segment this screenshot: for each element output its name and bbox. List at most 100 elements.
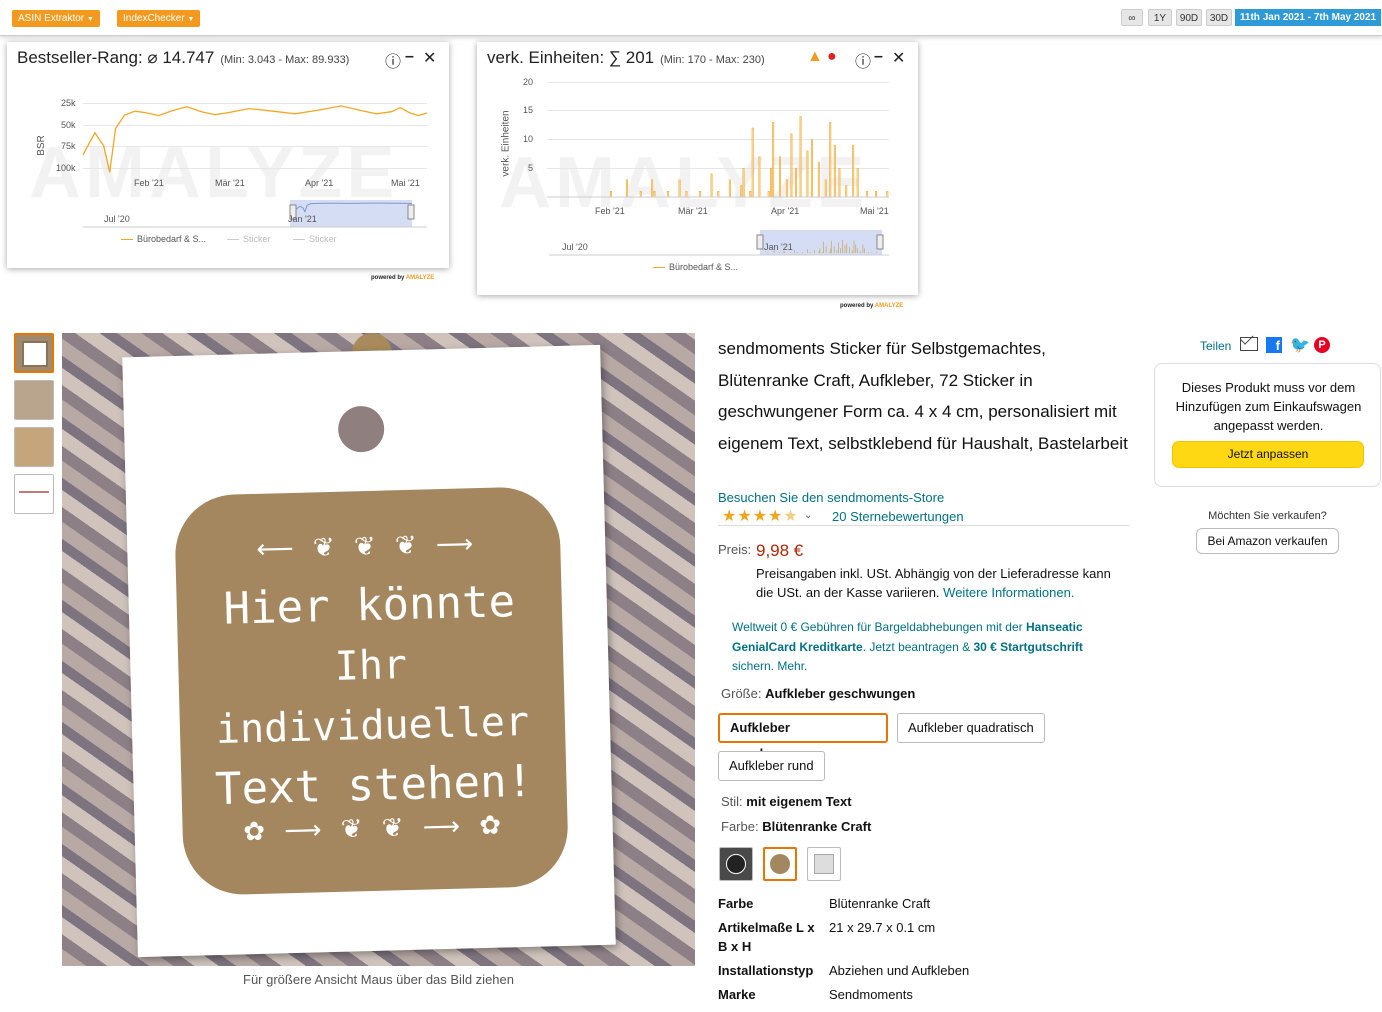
thumbnail[interactable] — [14, 380, 54, 420]
product-title: sendmoments Sticker für Selbstgemachtes,… — [718, 339, 1128, 453]
customize-message: Dieses Produkt muss vor dem Hinzufügen z… — [1175, 380, 1362, 433]
navigator-bar — [844, 245, 846, 253]
color-swatch[interactable] — [763, 847, 797, 881]
chevron-down-icon[interactable]: ⌄ — [804, 510, 812, 521]
unit-bar — [742, 168, 745, 198]
thumbnail[interactable] — [14, 474, 54, 514]
facebook-icon[interactable]: f — [1266, 337, 1282, 353]
rating-count-link[interactable]: 20 Sternebewertungen — [832, 509, 964, 524]
range-1y-button[interactable]: 1Y — [1148, 9, 1172, 26]
x-tick: Mär '21 — [678, 206, 708, 216]
spec-value: Abziehen und Aufkleben — [829, 963, 970, 978]
legend-item[interactable]: Sticker — [227, 234, 271, 244]
legend-item[interactable]: Bürobedarf & S... — [121, 234, 206, 244]
spec-value: Sendmoments — [829, 987, 913, 1002]
unit-bar — [699, 191, 702, 198]
units-chart-panel: verk. Einheiten: ∑ 201 (Min: 170 - Max: 2… — [477, 42, 918, 295]
share-label: Teilen — [1200, 339, 1232, 353]
unit-bar — [749, 191, 752, 198]
navigator-bar — [840, 248, 841, 254]
navigator-bar — [794, 250, 795, 254]
promo-text: Weltweit 0 € Gebühren für Bargeldabhebun… — [732, 620, 1083, 673]
range-30d-button[interactable]: 30D — [1206, 9, 1232, 26]
index-checker-dropdown[interactable]: IndexChecker ▼ — [117, 10, 201, 27]
email-icon[interactable] — [1240, 331, 1258, 351]
range-90d-button[interactable]: 90D — [1176, 9, 1202, 26]
star-rating[interactable]: ★★★★★ — [722, 506, 799, 526]
nav-tick: Jan '21 — [288, 214, 317, 224]
navigator-right-handle[interactable] — [876, 234, 884, 250]
bsr-line — [82, 105, 428, 173]
thumbnail[interactable] — [14, 427, 54, 467]
navigator-bar — [838, 242, 839, 254]
x-tick: Feb '21 — [134, 178, 164, 188]
thumbnail[interactable] — [14, 333, 54, 373]
navigator-bar — [802, 252, 804, 254]
navigator-left-handle[interactable] — [756, 234, 764, 250]
unit-bar — [811, 139, 813, 198]
navigator-bar — [819, 248, 821, 254]
unit-bar — [728, 179, 731, 198]
sell-on-amazon-button[interactable]: Bei Amazon verkaufen — [1196, 528, 1339, 554]
color-selection: Farbe: Blütenranke Craft — [721, 819, 872, 834]
sell-question: Möchten Sie verkaufen? — [1208, 510, 1327, 522]
bsr-chart-panel: Bestseller-Rang: ⌀ 14.747 (Min: 3.043 - M… — [7, 42, 449, 268]
caret-down-icon: ▼ — [86, 16, 94, 23]
unit-bar — [758, 156, 761, 198]
unit-bar — [856, 168, 859, 198]
divider — [718, 525, 1129, 526]
more-info-link[interactable]: Weitere Informationen. — [943, 585, 1074, 600]
spec-value: 21 x 29.7 x 0.1 cm — [829, 920, 936, 935]
unit-bar — [829, 122, 832, 198]
navigator-bar — [849, 247, 850, 253]
size-option-quadratisch[interactable]: Aufkleber quadratisch — [897, 713, 1045, 743]
unit-bar — [626, 179, 628, 198]
legend-item[interactable]: Sticker — [293, 234, 337, 244]
asin-extractor-dropdown[interactable]: ASIN Extraktor ▼ — [12, 10, 100, 27]
unit-bar — [852, 145, 855, 198]
spec-label: Installationstyp — [718, 963, 814, 978]
size-option-rund[interactable]: Aufkleber rund — [718, 751, 825, 781]
navigator-right-handle[interactable] — [407, 204, 415, 220]
zoom-hint: Für größere Ansicht Maus über das Bild z… — [243, 972, 514, 987]
navigator-bar — [818, 251, 820, 253]
navigator-bar — [876, 252, 877, 254]
store-link[interactable]: Besuchen Sie den sendmoments-Store — [718, 490, 944, 505]
twitter-icon[interactable]: 🐦 — [1290, 335, 1310, 355]
date-range-button[interactable]: 11th Jan 2021 - 7th May 2021 — [1235, 9, 1381, 26]
unit-bar — [639, 191, 642, 198]
caret-down-icon: ▼ — [187, 16, 195, 23]
customize-button[interactable]: Jetzt anpassen — [1172, 441, 1364, 468]
unit-bar — [667, 191, 670, 198]
x-tick: Mär '21 — [215, 178, 245, 188]
units-chart-svg — [547, 116, 889, 256]
unit-bar — [886, 191, 889, 198]
range-all-button[interactable]: ∞ — [1121, 9, 1143, 26]
unit-bar — [817, 162, 820, 198]
unit-bar — [769, 168, 772, 198]
x-tick: Mai '21 — [391, 178, 420, 188]
powered-by: powered by AMALYZE — [371, 275, 435, 281]
color-swatch[interactable] — [807, 847, 841, 881]
style-selection: Stil: mit eigenem Text — [721, 794, 852, 809]
unit-bar — [767, 191, 770, 198]
legend-item[interactable]: Bürobedarf & S... — [653, 262, 738, 272]
navigator-bar — [855, 244, 857, 253]
powered-by: powered by AMALYZE — [840, 303, 904, 309]
color-swatch[interactable] — [719, 847, 753, 881]
navigator-bar — [831, 240, 832, 253]
main-product-image[interactable]: ⟵ ❦ ❦ ❦ ⟶ Hier könnte Ihr individueller … — [62, 333, 695, 966]
pinterest-icon[interactable]: P — [1314, 337, 1330, 353]
navigator-bar — [822, 252, 823, 254]
white-tag: ⟵ ❦ ❦ ❦ ⟶ Hier könnte Ihr individueller … — [122, 344, 616, 958]
promo-more-link[interactable]: sichern. Mehr. — [732, 659, 807, 673]
nav-tick: Jul '20 — [562, 242, 588, 252]
navigator-bar — [868, 252, 869, 254]
x-tick: Apr '21 — [771, 206, 800, 216]
navigator-bar — [842, 239, 843, 253]
unit-bar — [678, 179, 681, 198]
navigator-bar — [853, 240, 855, 253]
navigator-bar — [807, 249, 808, 253]
size-option-geschwungen[interactable]: Aufkleber geschwungen — [718, 713, 888, 761]
nav-tick: Jan '21 — [764, 242, 793, 252]
